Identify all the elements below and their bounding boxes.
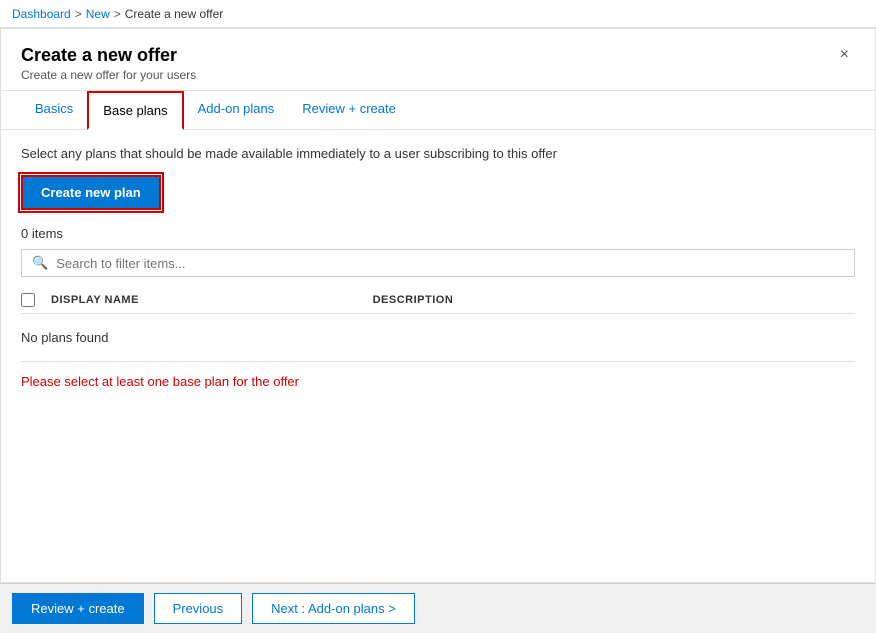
breadcrumb-sep-2: > (114, 7, 121, 21)
close-button[interactable]: × (834, 45, 855, 65)
previous-button[interactable]: Previous (154, 593, 243, 624)
search-bar: 🔍 (21, 249, 855, 277)
breadcrumb-dashboard[interactable]: Dashboard (12, 7, 71, 21)
panel-subtitle: Create a new offer for your users (21, 68, 196, 82)
error-message: Please select at least one base plan for… (21, 374, 855, 389)
main-panel: Create a new offer Create a new offer fo… (0, 28, 876, 583)
page-title: Create a new offer (21, 45, 196, 66)
no-plans-message: No plans found (21, 314, 855, 362)
items-count: 0 items (21, 226, 855, 241)
col-header-description: DESCRIPTION (373, 294, 855, 306)
breadcrumb-new[interactable]: New (86, 7, 110, 21)
tab-review-create[interactable]: Review + create (288, 91, 410, 130)
breadcrumb-sep-1: > (75, 7, 82, 21)
select-all-checkbox-container (21, 293, 51, 307)
review-create-button[interactable]: Review + create (12, 593, 144, 624)
footer-bar: Review + create Previous Next : Add-on p… (0, 583, 876, 633)
select-all-checkbox[interactable] (21, 293, 35, 307)
table-header: DISPLAY NAME DESCRIPTION (21, 287, 855, 314)
tab-addon-plans[interactable]: Add-on plans (184, 91, 289, 130)
tabs-bar: Basics Base plans Add-on plans Review + … (1, 91, 875, 130)
search-icon: 🔍 (32, 255, 48, 271)
breadcrumb: Dashboard > New > Create a new offer (0, 0, 876, 28)
search-input[interactable] (56, 256, 844, 271)
breadcrumb-current: Create a new offer (125, 7, 224, 21)
panel-header: Create a new offer Create a new offer fo… (1, 29, 875, 91)
panel-header-text: Create a new offer Create a new offer fo… (21, 45, 196, 82)
page-container: Dashboard > New > Create a new offer Cre… (0, 0, 876, 633)
content-area: Select any plans that should be made ava… (1, 130, 875, 582)
content-description: Select any plans that should be made ava… (21, 146, 855, 161)
next-button[interactable]: Next : Add-on plans > (252, 593, 415, 624)
create-new-plan-button[interactable]: Create new plan (21, 175, 161, 210)
tab-basics[interactable]: Basics (21, 91, 87, 130)
col-header-displayname: DISPLAY NAME (51, 294, 373, 306)
tab-base-plans[interactable]: Base plans (87, 91, 183, 130)
